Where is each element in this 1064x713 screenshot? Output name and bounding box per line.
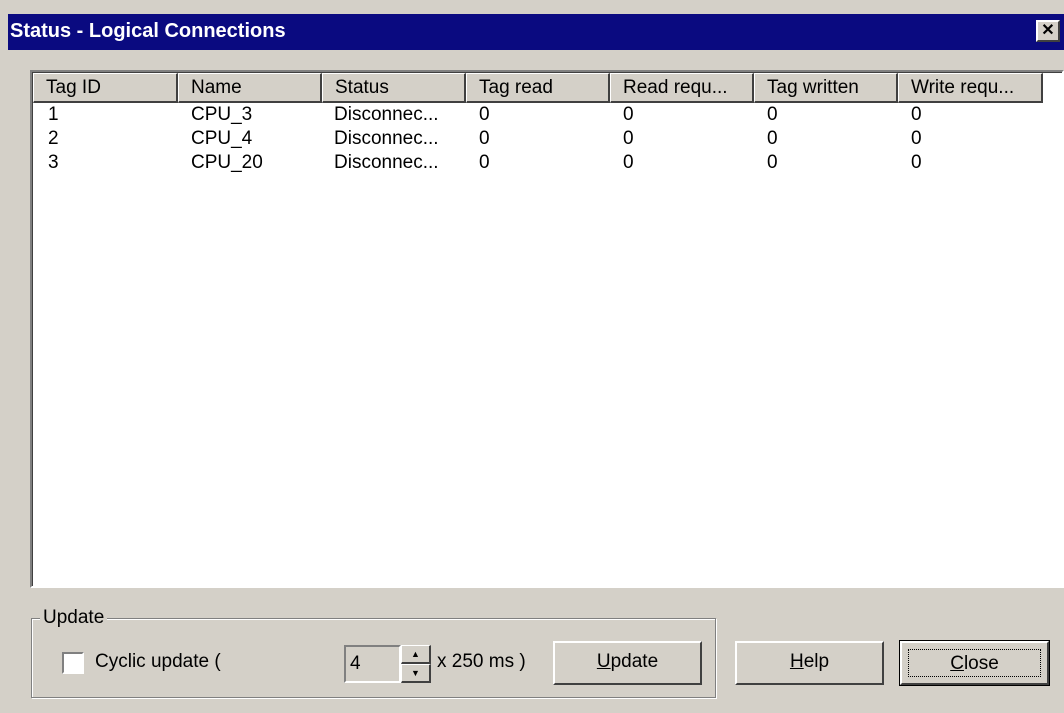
close-icon[interactable]: ✕ [1036, 20, 1060, 42]
cell-tag-written: 0 [767, 152, 778, 173]
table-row[interactable]: 1 CPU_3 Disconnec... 0 0 0 0 [33, 103, 1063, 127]
help-button-mnemonic: H [789, 651, 804, 672]
cell-tag-read: 0 [479, 128, 490, 149]
column-header-tag-written[interactable]: Tag written [754, 73, 898, 103]
cell-tag-read: 0 [479, 104, 490, 125]
cell-name: CPU_4 [191, 128, 253, 149]
help-button-label: elp [803, 651, 830, 672]
title-bar[interactable]: Status - Logical Connections ✕ [8, 14, 1064, 50]
cyclic-update-checkbox[interactable] [62, 652, 84, 674]
cell-read-requests: 0 [623, 152, 634, 173]
update-button-mnemonic: U [596, 651, 611, 672]
cell-status: Disconnec... [334, 152, 439, 173]
column-header-write-requests[interactable]: Write requ... [898, 73, 1043, 103]
cell-tag-id: 1 [48, 104, 59, 125]
list-header: Tag ID Name Status Tag read Read requ...… [33, 73, 1064, 103]
close-button-mnemonic: C [950, 653, 964, 674]
column-header-tag-read[interactable]: Tag read [466, 73, 610, 103]
cyclic-update-label[interactable]: Cyclic update ( [95, 650, 221, 674]
cell-write-requests: 0 [911, 128, 922, 149]
connections-list[interactable]: Tag ID Name Status Tag read Read requ...… [30, 70, 1064, 588]
column-header-name[interactable]: Name [178, 73, 322, 103]
cell-read-requests: 0 [623, 104, 634, 125]
cell-name: CPU_3 [191, 104, 253, 125]
table-row[interactable]: 3 CPU_20 Disconnec... 0 0 0 0 [33, 151, 1063, 175]
spin-down-icon[interactable]: ▼ [401, 664, 431, 683]
cell-tag-id: 2 [48, 128, 59, 149]
column-header-read-requests[interactable]: Read requ... [610, 73, 754, 103]
window-title: Status - Logical Connections [10, 20, 286, 42]
close-button-label: lose [963, 653, 999, 674]
column-header-status[interactable]: Status [322, 73, 466, 103]
interval-unit-label: x 250 ms ) [437, 651, 526, 672]
update-interval-input[interactable]: 4 [344, 645, 401, 683]
help-button[interactable]: Help [735, 641, 884, 685]
close-button[interactable]: Close [899, 640, 1050, 686]
table-row[interactable]: 2 CPU_4 Disconnec... 0 0 0 0 [33, 127, 1063, 151]
cell-status: Disconnec... [334, 104, 439, 125]
status-dialog: Status - Logical Connections ✕ Tag ID Na… [0, 0, 1064, 713]
cell-name: CPU_20 [191, 152, 263, 173]
cell-tag-read: 0 [479, 152, 490, 173]
update-button[interactable]: Update [553, 641, 702, 685]
update-group-label: Update [40, 606, 108, 630]
cell-status: Disconnec... [334, 128, 439, 149]
cell-tag-written: 0 [767, 128, 778, 149]
cell-read-requests: 0 [623, 128, 634, 149]
close-button-focus-rect: Close [908, 649, 1041, 677]
cell-tag-id: 3 [48, 152, 59, 173]
cell-write-requests: 0 [911, 104, 922, 125]
cell-write-requests: 0 [911, 152, 922, 173]
update-button-label: pdate [610, 651, 659, 672]
column-header-tag-id[interactable]: Tag ID [33, 73, 178, 103]
list-frame: Tag ID Name Status Tag read Read requ...… [32, 72, 1062, 586]
update-interval-spinner: ▲ ▼ [401, 645, 431, 683]
spin-up-icon[interactable]: ▲ [401, 645, 431, 664]
cell-tag-written: 0 [767, 104, 778, 125]
